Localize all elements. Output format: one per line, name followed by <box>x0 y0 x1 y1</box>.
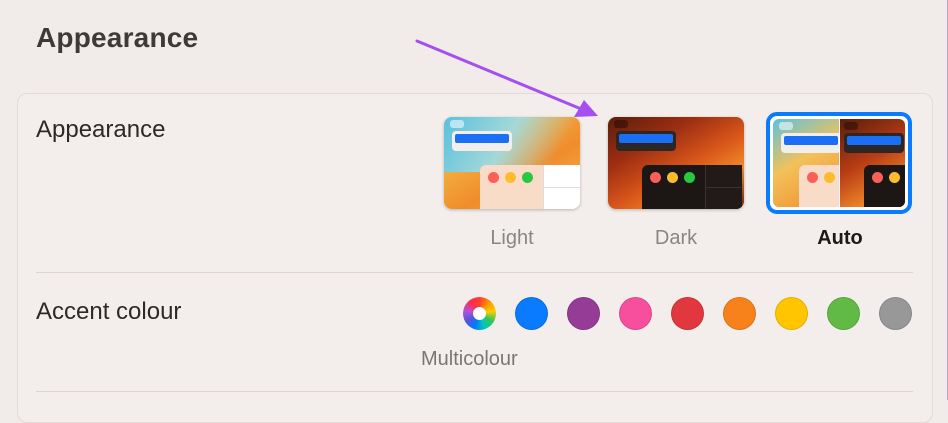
annotation-arrow <box>415 39 598 117</box>
